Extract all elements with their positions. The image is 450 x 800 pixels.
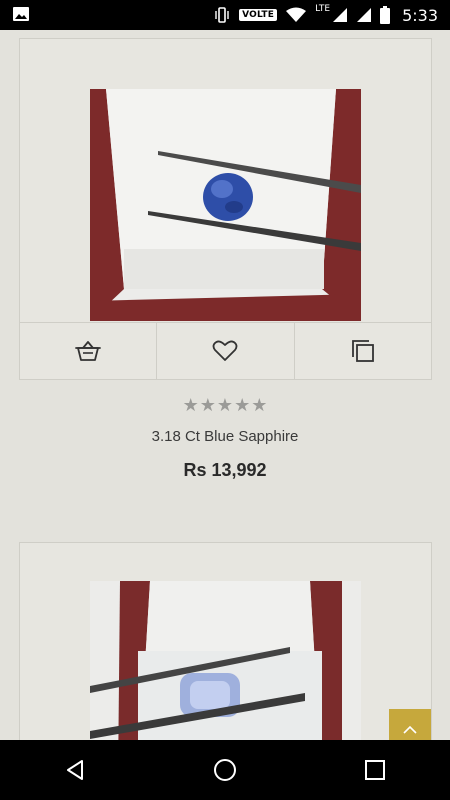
product-actions xyxy=(20,322,431,379)
star-icon: ★ xyxy=(199,395,216,415)
product-list: ★ ★ ★ ★ ★ 3.18 Ct Blue Sapphire Rs 13,99… xyxy=(0,30,450,740)
product-image[interactable] xyxy=(90,581,361,740)
copy-icon xyxy=(351,340,374,362)
heart-icon xyxy=(213,340,238,361)
star-icon: ★ xyxy=(251,395,268,415)
gallery-icon xyxy=(13,7,29,21)
home-button[interactable] xyxy=(195,740,255,800)
star-rating: ★ ★ ★ ★ ★ xyxy=(0,396,450,414)
star-icon: ★ xyxy=(234,395,251,415)
clock: 5:33 xyxy=(402,5,438,25)
recents-button[interactable] xyxy=(345,740,405,800)
product-card[interactable] xyxy=(19,38,432,380)
add-to-cart-button[interactable] xyxy=(20,323,158,379)
wishlist-button[interactable] xyxy=(157,323,295,379)
basket-icon xyxy=(75,341,102,361)
system-nav-bar xyxy=(0,740,450,800)
product-card[interactable] xyxy=(19,542,432,740)
scroll-to-top-button[interactable] xyxy=(389,709,431,740)
product-name[interactable]: 3.18 Ct Blue Sapphire xyxy=(0,428,450,445)
star-icon: ★ xyxy=(182,395,199,415)
signal-icon xyxy=(357,8,372,22)
status-bar: VOLTE LTE 5:33 xyxy=(0,0,450,30)
vibrate-icon xyxy=(215,7,229,23)
network-type: LTE xyxy=(315,4,331,14)
back-icon xyxy=(67,760,83,780)
back-button[interactable] xyxy=(45,740,105,800)
wifi-icon xyxy=(286,7,307,22)
product-image[interactable] xyxy=(90,89,361,321)
compare-button[interactable] xyxy=(295,323,431,379)
battery-icon xyxy=(380,6,391,24)
recents-icon xyxy=(365,760,385,780)
signal-icon xyxy=(333,8,348,22)
chevron-up-icon xyxy=(403,725,417,734)
star-icon: ★ xyxy=(216,395,234,415)
home-icon xyxy=(214,759,236,781)
product-price: Rs 13,992 xyxy=(183,460,267,480)
volte-badge: VOLTE xyxy=(239,9,278,21)
